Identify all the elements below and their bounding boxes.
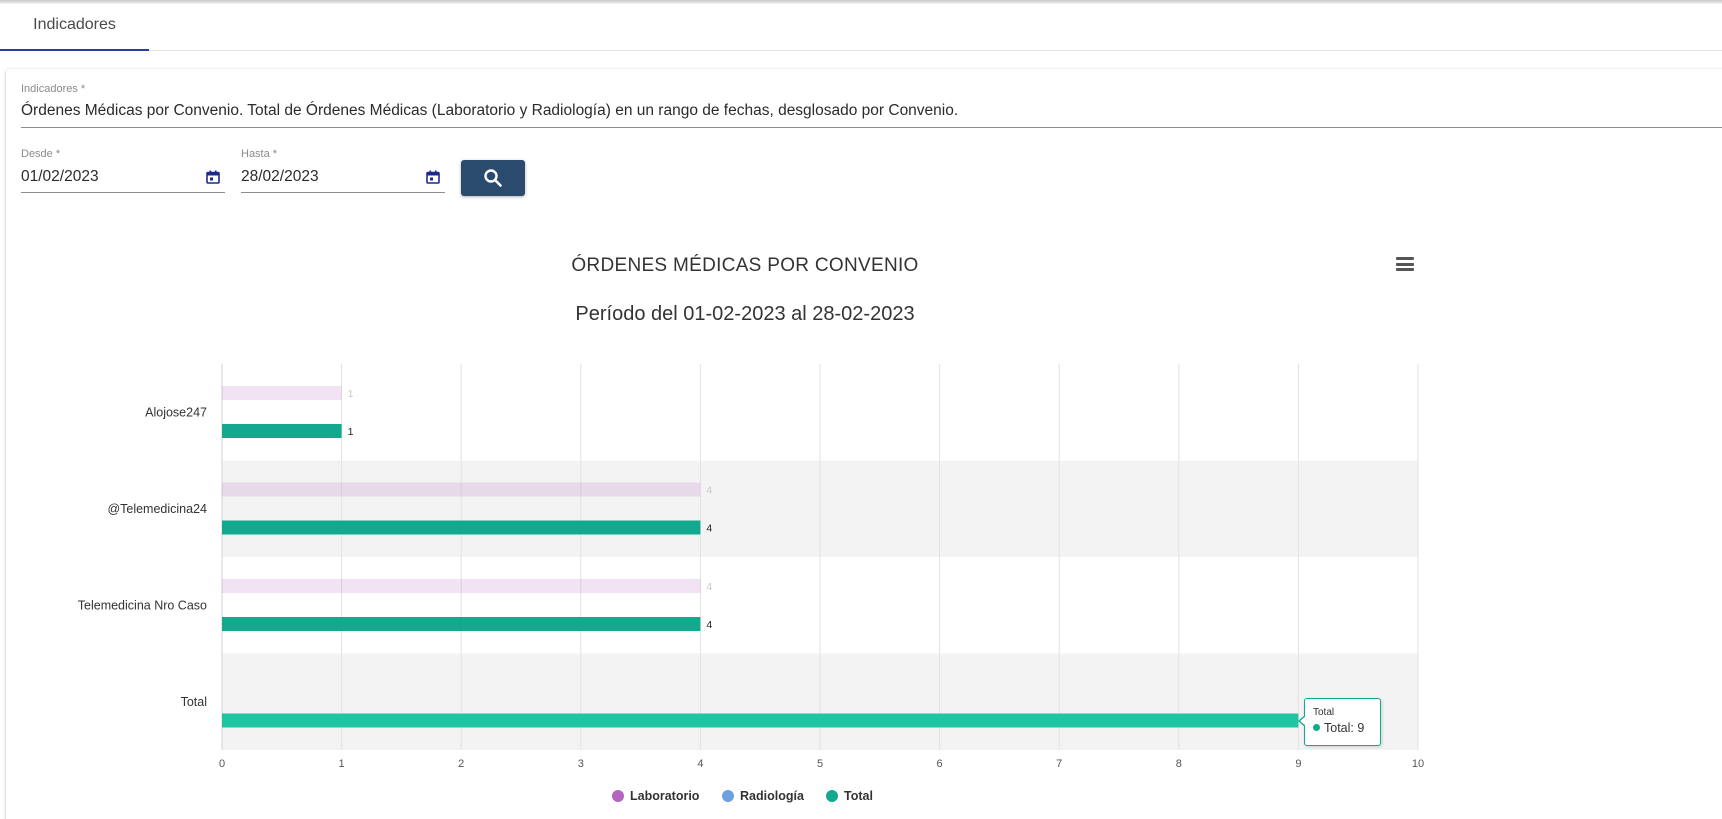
bar-laboratorio [222, 386, 342, 400]
category-label: @Telemedicina24 [107, 502, 207, 516]
legend-label: Total [844, 789, 873, 803]
data-label-total: 1 [348, 426, 354, 438]
legend-item-radiologia[interactable]: Radiología [722, 789, 804, 803]
x-tick-label: 2 [458, 758, 464, 770]
x-tick-label: 7 [1056, 758, 1062, 770]
x-tick-label: 10 [1412, 758, 1424, 770]
chart-tooltip: Total Total: 9 [1298, 698, 1381, 746]
legend-item-total[interactable]: Total [826, 789, 873, 803]
tooltip-title: Total [1313, 707, 1335, 718]
legend-dot [826, 790, 838, 802]
bar-laboratorio [222, 482, 701, 497]
x-tick-label: 4 [697, 758, 703, 770]
category-label: Total [181, 695, 207, 709]
bar-chart: 0 1 2 3 4 5 6 7 8 9 10 Alojose247 @Telemedicina24 Tel… [78, 364, 1424, 770]
x-tick-label: 1 [339, 758, 345, 770]
legend-dot [612, 790, 624, 802]
bar-total [222, 617, 701, 631]
legend-label: Radiología [740, 789, 804, 803]
data-label-laboratorio: 4 [706, 485, 712, 497]
tooltip-dot [1313, 724, 1320, 731]
legend-item-laboratorio[interactable]: Laboratorio [612, 789, 699, 803]
bar-laboratorio [222, 579, 701, 593]
bar-total [222, 713, 1299, 728]
data-label-laboratorio: 4 [706, 581, 712, 593]
x-tick-label: 6 [937, 758, 943, 770]
legend-label: Laboratorio [630, 789, 700, 803]
tooltip-value: Total: 9 [1313, 721, 1364, 735]
data-label-total: 4 [706, 523, 712, 535]
x-tick-label: 5 [817, 758, 823, 770]
x-tick-label: 3 [578, 758, 584, 770]
category-label: Alojose247 [145, 405, 207, 419]
bar-total [222, 520, 701, 535]
data-label-total: 4 [706, 619, 712, 631]
bar-total [222, 424, 342, 438]
category-label: Telemedicina Nro Caso [78, 598, 207, 612]
legend-dot [722, 790, 734, 802]
x-tick-label: 9 [1295, 758, 1301, 770]
data-label-laboratorio: 1 [348, 388, 354, 400]
chart-legend: Laboratorio Radiología Total [0, 789, 1722, 809]
x-tick-label: 0 [219, 758, 225, 770]
x-tick-label: 8 [1176, 758, 1182, 770]
